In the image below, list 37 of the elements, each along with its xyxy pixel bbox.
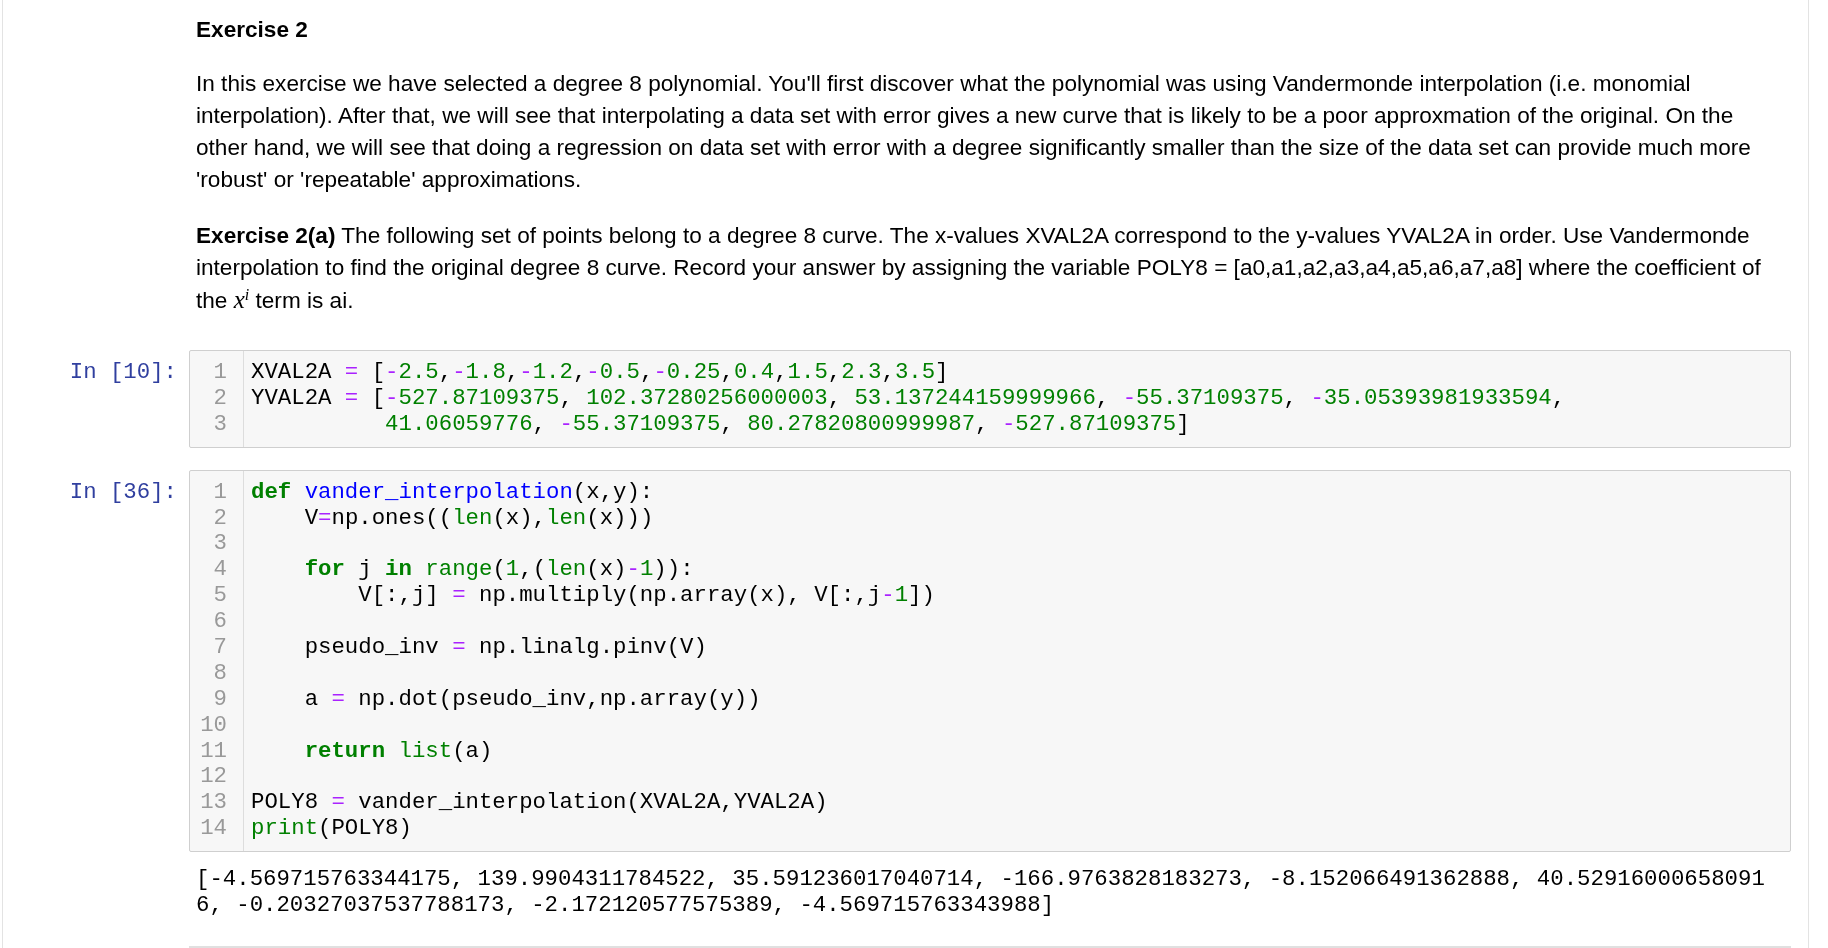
cell-output: [-4.569715763344175, 139.9904311784522, 35.591236017040714, -166.9763828183273, -8.152066491362888, 40.529160006580916, -0.20327037537788173, -2.172120577575389, -4.569715763343988]	[196, 867, 1765, 919]
line-number: 2	[213, 385, 227, 412]
line-number: 5	[213, 583, 227, 610]
code-line: print(POLY8)	[251, 816, 412, 843]
code-line: POLY8 = vander_interpolation(XVAL2A,YVAL2A)	[251, 790, 828, 817]
line-number: 7	[213, 635, 227, 661]
line-number: 2	[213, 505, 227, 532]
code-line: V[:,j] = np.multiply(np.array(x), V[:,j-1])	[357, 583, 935, 610]
line-number: 10	[200, 712, 227, 739]
cell-prompt: In [36]:	[69, 479, 177, 506]
code-line: 41.06059776, -55.37109375, 80.27820800999987, -527.87109375]	[384, 411, 1190, 438]
code-line: for j in range(1,(len(x)-1)):	[303, 557, 694, 584]
paragraph: Exercise 2(a) The following set of points belong to a degree 8 curve. The x-values XVAL2A correspond to the y-values YVAL2A in order. Use Vandermonde interpolation to find the original degree 8 curve. Record your answer by assigning the variable POLY8 = [a0,a1,a2,a3,a4,a5,a6,a7,a8] where the coefficient of the x$^{i}$ term is ai.	[196, 222, 1762, 315]
line-number: 12	[200, 764, 227, 791]
line-number: 6	[213, 609, 227, 635]
code-line: def vander_interpolation(x,y):	[251, 479, 654, 506]
line-number: 8	[213, 660, 227, 687]
line-number: 1	[213, 360, 227, 386]
paragraph: In this exercise we have selected a degree 8 polynomial. You'll first discover what the polynomial was using Vandermonde interpolation (i.e. monomial interpolation). After that, we will see that interpolating a data set with error gives a new curve that is likely to be a poor approxmation of the original. On the other hand, we will see that doing a regression on data set with error with a degree significantly smaller than the size of the data set can provide much more 'robust' or 'repeatable' approximations.	[196, 70, 1752, 194]
code-line: V=np.ones((len(x),len(x)))	[303, 505, 654, 532]
code-line: XVAL2A = [-2.5,-1.8,-1.2,-0.5,-0.25,0.4,1.5,2.3,3.5]	[251, 360, 949, 386]
cell-prompt: In [10]:	[69, 360, 177, 386]
line-number: 11	[200, 738, 227, 765]
line-number: 4	[213, 557, 227, 584]
line-number: 3	[213, 531, 227, 558]
line-number: 13	[200, 790, 227, 817]
code-line: return list(a)	[303, 738, 493, 765]
code-line: YVAL2A = [-527.87109375, 102.37280256000003, 53.137244159999966, -55.37109375, -35.05393981933594,	[251, 385, 1566, 412]
code-editor[interactable]	[189, 469, 1791, 853]
code-line: a = np.dot(pseudo_inv,np.array(y))	[303, 686, 761, 713]
line-number: 3	[213, 411, 227, 438]
line-number: 14	[200, 816, 227, 843]
line-number: 9	[213, 686, 227, 713]
line-number: 1	[213, 479, 227, 506]
section-heading: Exercise 2	[196, 16, 308, 44]
code-line: pseudo_inv = np.linalg.pinv(V)	[303, 635, 707, 661]
code-editor[interactable]	[189, 350, 1791, 448]
